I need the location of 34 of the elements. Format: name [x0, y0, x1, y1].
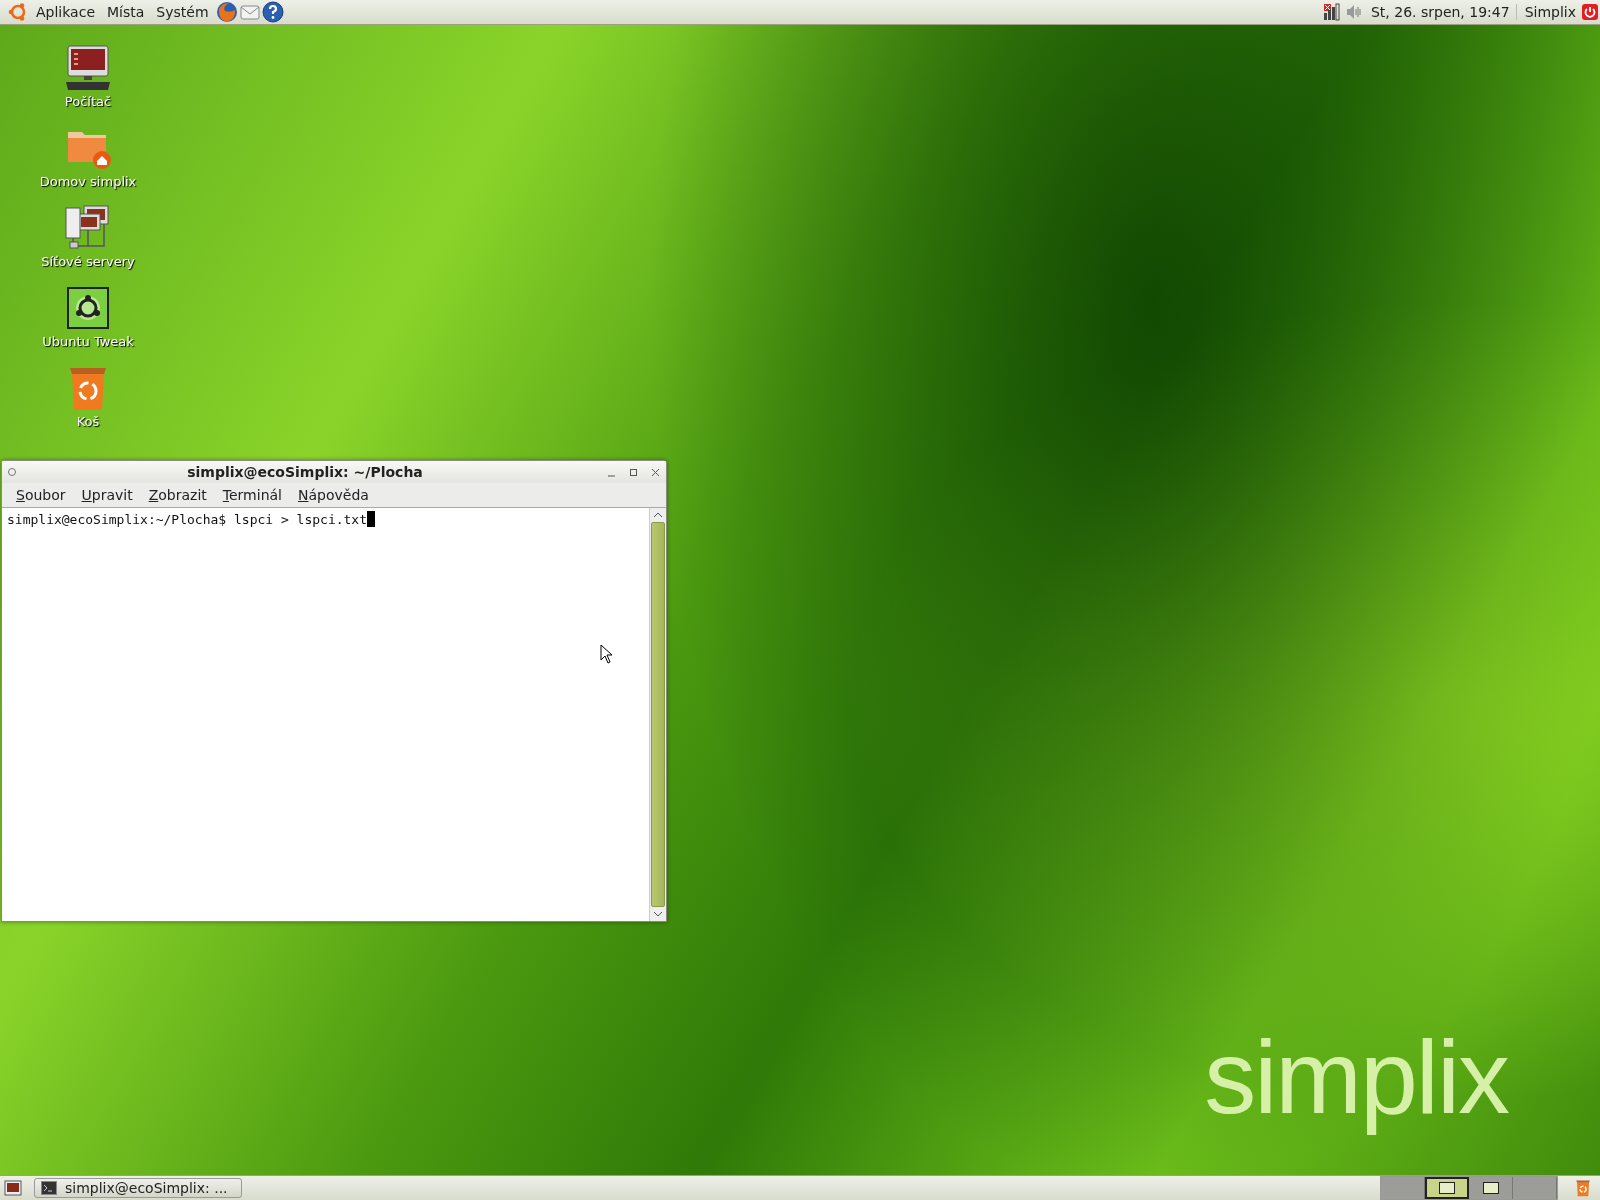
show-desktop-icon[interactable]	[4, 1180, 22, 1196]
taskbar-button[interactable]: simplix@ecoSimplix: ...	[34, 1178, 242, 1198]
wallpaper-logo-text: simplix	[1203, 1018, 1510, 1137]
scrollbar-thumb[interactable]	[651, 522, 665, 907]
text-cursor	[367, 511, 376, 527]
clock[interactable]: St, 26. srpen, 19:47	[1364, 4, 1517, 20]
window-title: simplix@ecoSimplix: ~/Plocha	[186, 464, 424, 480]
close-icon[interactable]	[651, 467, 660, 477]
menu-item[interactable]: Terminál	[214, 487, 290, 503]
browser-icon[interactable]	[215, 1, 238, 23]
command-line: simplix@ecoSimplix:~/Plocha$ lspci > lspci.txt	[7, 511, 368, 527]
trash-icon[interactable]	[1574, 1179, 1592, 1197]
network-status-icon[interactable]	[1322, 3, 1341, 21]
terminal-icon	[41, 1181, 57, 1195]
workspace-switcher[interactable]	[1380, 1176, 1558, 1200]
panel-menu[interactable]: Aplikace	[30, 4, 101, 20]
mouse-pointer-icon	[600, 644, 613, 664]
menu-item[interactable]: Soubor	[8, 487, 74, 503]
help-icon[interactable]	[261, 1, 284, 23]
workspace[interactable]	[1425, 1177, 1469, 1199]
panel-menu[interactable]: Místa	[101, 4, 151, 20]
tweak-icon[interactable]	[64, 284, 112, 332]
panel-menu[interactable]: Systém	[150, 4, 215, 20]
scrollbar[interactable]	[649, 508, 666, 921]
menu-item[interactable]: Nápověda	[290, 487, 377, 503]
network-icon[interactable]	[64, 204, 112, 252]
computer-icon[interactable]	[64, 44, 112, 92]
menu-item[interactable]: Zobrazit	[140, 487, 215, 503]
maximize-icon[interactable]	[629, 467, 638, 477]
user-name[interactable]: Simplix	[1516, 4, 1580, 20]
ubuntu-logo-icon[interactable]	[8, 2, 28, 22]
workspace[interactable]	[1469, 1177, 1513, 1199]
power-icon[interactable]	[1582, 4, 1598, 20]
menu-item[interactable]: Upravit	[73, 487, 141, 503]
